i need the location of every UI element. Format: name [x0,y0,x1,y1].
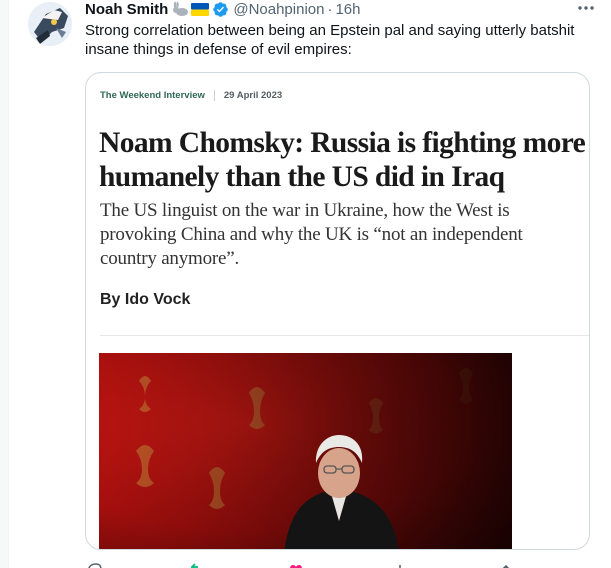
avatar-image [28,2,72,46]
reply-icon[interactable] [85,560,103,568]
like-icon[interactable] [287,560,305,568]
share-icon[interactable] [497,560,515,568]
more-options-icon[interactable] [575,0,597,16]
article-headline: Noam Chomsky: Russia is fighting more hu… [99,127,586,193]
article-standfirst: The US linguist on the war in Ukraine, h… [100,200,523,269]
article-date: 29 April 2023 [223,90,283,101]
verified-badge-icon[interactable] [212,1,229,18]
ukraine-flag-icon [191,2,210,16]
author-name[interactable]: Noah Smith [85,1,168,18]
tweet-timestamp[interactable]: 16h [335,1,360,18]
tweet-actions [85,560,585,568]
retweet-icon[interactable] [189,560,207,568]
article-meta: The Weekend Interview 29 April 2023 [100,90,282,101]
author-handle[interactable]: @Noahpinion [233,1,324,18]
rabbit-emoji-icon [171,1,189,17]
meta-divider [213,90,215,101]
tweet-header: Noah Smith @Noahpinion · 16h [85,0,361,18]
quoted-article-card[interactable]: The Weekend Interview 29 April 2023 Noam… [85,72,590,550]
header-separator: · [327,0,333,18]
views-icon[interactable] [391,560,409,568]
card-divider [100,335,589,336]
tweet[interactable]: Noah Smith @Noahpinion · 16h Strong corr… [8,0,611,568]
tweet-text: Strong correlation between being an Epst… [85,22,575,58]
article-section: The Weekend Interview [100,90,205,101]
article-byline: By Ido Vock [100,291,191,308]
article-photo [99,353,512,549]
author-avatar[interactable] [28,2,72,46]
